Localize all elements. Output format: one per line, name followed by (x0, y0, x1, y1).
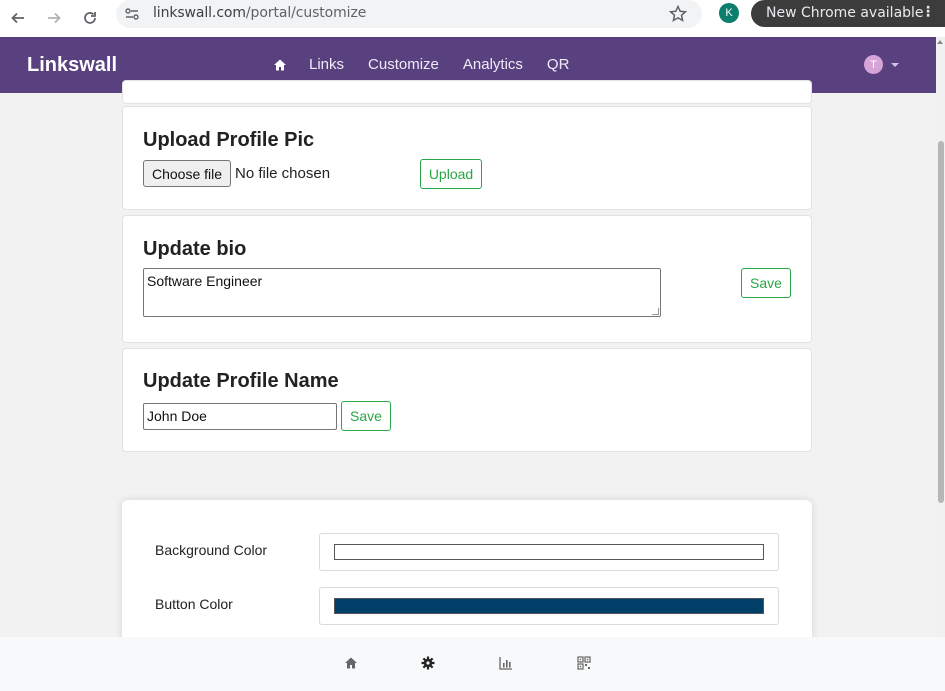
bio-textarea[interactable]: Software Engineer (143, 268, 661, 317)
update-bio-card: Update bio Software Engineer Save (122, 215, 812, 343)
button-color-swatch[interactable] (334, 598, 764, 614)
button-color-picker[interactable] (319, 587, 779, 625)
home-icon[interactable] (273, 58, 287, 72)
update-profile-name-title: Update Profile Name (143, 370, 339, 392)
file-status-text: No file chosen (235, 165, 331, 182)
site-info-icon[interactable] (124, 6, 140, 22)
new-chrome-available-button[interactable]: New Chrome available ⋮ (751, 0, 945, 27)
scrollbar-thumb[interactable] (938, 141, 944, 503)
previous-card (122, 80, 812, 104)
user-avatar[interactable]: T (864, 55, 883, 74)
nav-link-customize[interactable]: Customize (368, 56, 439, 73)
save-bio-button[interactable]: Save (741, 268, 791, 298)
upload-profile-pic-title: Upload Profile Pic (143, 129, 315, 151)
upload-profile-pic-card: Upload Profile Pic Choose file No file c… (122, 106, 812, 210)
nav-links: Links Customize Analytics QR (273, 56, 593, 73)
bio-text: Software Engineer (147, 273, 263, 289)
color-settings-card: Background Color Button Color (122, 500, 812, 660)
scroll-up-arrow-icon[interactable] (937, 40, 943, 44)
address-bar[interactable]: linkswall.com/portal/customize (116, 0, 702, 28)
forward-arrow-icon[interactable] (40, 4, 68, 32)
background-color-picker[interactable] (319, 533, 779, 571)
update-label: New Chrome available (766, 5, 924, 21)
background-color-swatch[interactable] (334, 544, 764, 560)
nav-link-links[interactable]: Links (309, 56, 344, 73)
resize-handle-icon[interactable] (652, 308, 659, 315)
home-icon[interactable] (344, 656, 358, 670)
nav-link-analytics[interactable]: Analytics (463, 56, 523, 73)
gear-icon[interactable] (421, 656, 435, 670)
browser-profile-avatar[interactable]: K (719, 3, 739, 23)
url-text: linkswall.com/portal/customize (153, 5, 366, 21)
brand-logo[interactable]: Linkswall (27, 54, 117, 77)
background-color-label: Background Color (155, 542, 268, 558)
update-profile-name-card: Update Profile Name John Doe Save (122, 348, 812, 452)
bar-chart-icon[interactable] (499, 656, 513, 670)
nav-link-qr[interactable]: QR (547, 56, 570, 73)
update-bio-title: Update bio (143, 238, 247, 260)
reload-icon[interactable] (76, 4, 104, 32)
button-color-label: Button Color (155, 596, 233, 612)
back-arrow-icon[interactable] (4, 4, 32, 32)
url-host: linkswall.com (153, 5, 246, 21)
profile-name-input[interactable]: John Doe (143, 403, 337, 430)
choose-file-button[interactable]: Choose file (143, 160, 231, 187)
browser-toolbar: linkswall.com/portal/customize K New Chr… (0, 0, 945, 37)
bookmark-star-icon[interactable] (668, 4, 688, 24)
bottom-nav-bar (0, 637, 945, 691)
chevron-down-icon[interactable] (891, 63, 899, 67)
upload-button[interactable]: Upload (420, 159, 482, 189)
qr-code-icon[interactable] (577, 656, 591, 670)
browser-menu-icon[interactable]: ⋮ (921, 4, 935, 20)
save-name-button[interactable]: Save (341, 401, 391, 431)
url-path: /portal/customize (245, 5, 367, 21)
